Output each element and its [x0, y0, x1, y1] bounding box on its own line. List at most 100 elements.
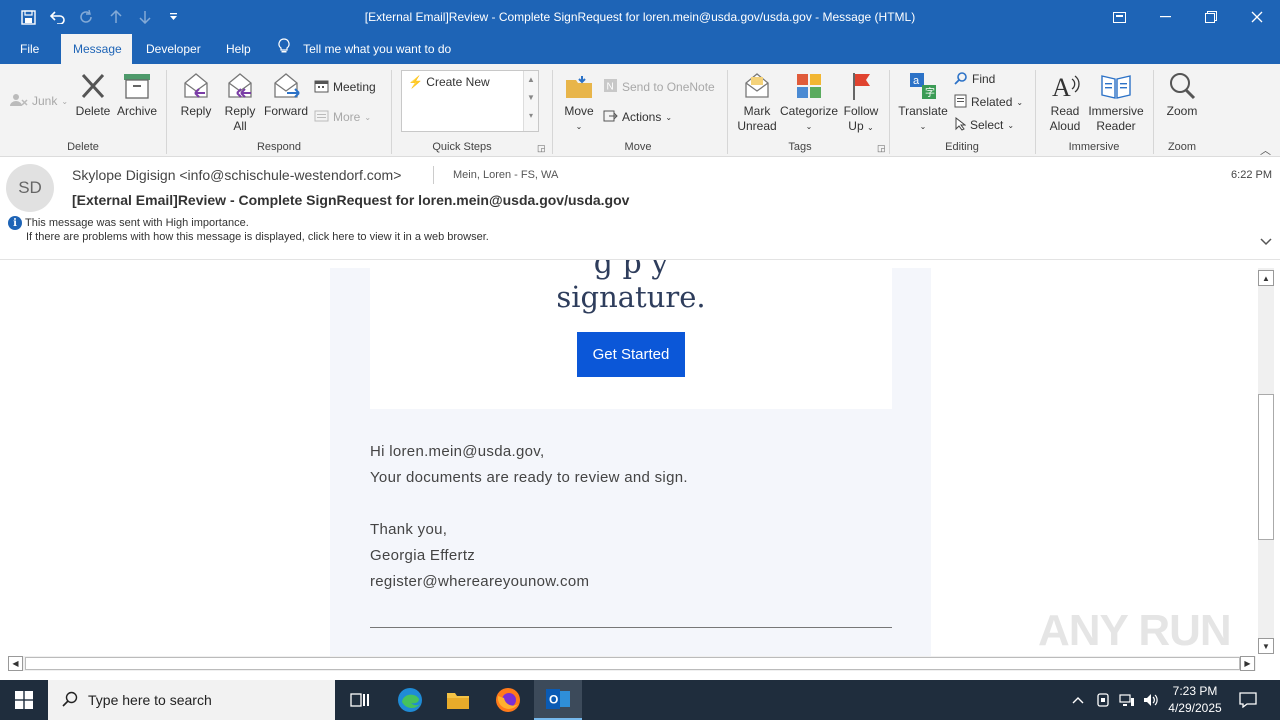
send-to-onenote-button[interactable]: N Send to OneNote: [603, 78, 715, 96]
tell-me-search[interactable]: Tell me what you want to do: [278, 34, 451, 64]
follow-up-button[interactable]: Follow Up ⌄: [840, 70, 882, 135]
hero-heading-partial: g p y: [593, 260, 669, 281]
message-body[interactable]: g p y signature. Get Started Hi loren.me…: [0, 260, 1258, 656]
body-line: Your documents are ready to review and s…: [370, 469, 688, 486]
email-content: g p y signature. Get Started Hi loren.me…: [330, 260, 931, 656]
close-icon[interactable]: [1234, 0, 1280, 34]
chevron-down-icon[interactable]: [1260, 233, 1272, 249]
clock-date: 4/29/2025: [1168, 701, 1222, 715]
group-label-respond: Respond: [256, 141, 302, 153]
sender[interactable]: Skylope Digisign <info@schischule-westen…: [72, 167, 401, 183]
taskbar-search-box[interactable]: Type here to search: [48, 680, 335, 720]
categorize-icon: [793, 70, 825, 102]
view-in-browser-notice[interactable]: If there are problems with how this mess…: [26, 231, 489, 243]
select-button[interactable]: Select ⌄: [954, 116, 1014, 134]
device-icon[interactable]: [1093, 680, 1113, 720]
header-divider: [433, 166, 434, 184]
notification-center-icon[interactable]: [1236, 680, 1260, 720]
reply-all-button[interactable]: Reply All: [220, 70, 260, 134]
more-button[interactable]: More ⌄: [314, 108, 371, 126]
network-icon[interactable]: [1117, 680, 1137, 720]
reply-icon: [180, 70, 212, 102]
get-started-button[interactable]: Get Started: [577, 332, 685, 377]
svg-text:O: O: [549, 693, 558, 707]
restore-icon[interactable]: [1188, 0, 1234, 34]
reply-all-icon: [224, 70, 256, 102]
scroll-right-icon[interactable]: ▶: [1240, 656, 1255, 671]
find-button[interactable]: Find: [954, 70, 995, 88]
tab-message[interactable]: Message: [61, 34, 132, 64]
dialog-launcher-icon[interactable]: ◲: [877, 143, 886, 154]
tab-developer[interactable]: Developer: [134, 34, 213, 64]
message-subject: [External Email]Review - Complete SignRe…: [72, 192, 630, 208]
file-explorer-icon[interactable]: [434, 680, 482, 720]
group-divider: [166, 70, 167, 154]
group-divider: [1153, 70, 1154, 154]
immersive-reader-button[interactable]: Immersive Reader: [1086, 70, 1146, 134]
quick-steps-gallery[interactable]: ⚡ Create New ▲ ▼ ▾: [401, 70, 539, 132]
tab-help[interactable]: Help: [214, 34, 263, 64]
edge-icon[interactable]: [386, 680, 434, 720]
ribbon-display-options-icon[interactable]: [1096, 0, 1142, 34]
avatar: SD: [6, 164, 54, 212]
magnifier-icon: [1166, 70, 1198, 102]
group-divider: [889, 70, 890, 154]
categorize-button[interactable]: Categorize ⌄: [780, 70, 838, 134]
onenote-icon: N: [603, 78, 618, 96]
archive-button[interactable]: Archive: [114, 70, 160, 119]
quick-step-create-new[interactable]: ⚡ Create New: [408, 75, 490, 89]
scroll-up-icon[interactable]: ▲: [524, 71, 538, 89]
firefox-icon[interactable]: [484, 680, 532, 720]
move-folder-icon: [563, 70, 595, 102]
horizontal-scrollbar[interactable]: ◀ ▶: [8, 656, 1256, 671]
scroll-thumb[interactable]: [25, 657, 1240, 670]
lightning-icon: ⚡: [408, 75, 423, 89]
vertical-scrollbar[interactable]: ▲ ▼: [1258, 268, 1274, 654]
forward-button[interactable]: Forward: [262, 70, 310, 119]
volume-icon[interactable]: [1141, 680, 1161, 720]
translate-button[interactable]: a字 Translate ⌄: [896, 70, 950, 134]
watermark: ANY RUN: [1038, 606, 1232, 655]
junk-button[interactable]: Junk ⌄: [10, 92, 68, 110]
outlook-icon[interactable]: O: [534, 680, 582, 720]
info-icon: i: [8, 216, 22, 230]
tab-file[interactable]: File: [8, 34, 51, 64]
scroll-left-icon[interactable]: ◀: [8, 656, 23, 671]
scroll-up-icon[interactable]: ▲: [1258, 270, 1274, 286]
related-button[interactable]: Related ⌄: [954, 93, 1023, 111]
minimize-icon[interactable]: [1142, 0, 1188, 34]
scroll-thumb[interactable]: [1258, 394, 1274, 540]
read-aloud-button[interactable]: A Read Aloud: [1044, 70, 1086, 134]
search-placeholder: Type here to search: [88, 692, 212, 708]
actions-button[interactable]: Actions ⌄: [603, 108, 672, 126]
sender-email[interactable]: register@whereareyounow.com: [370, 573, 589, 590]
received-time: 6:22 PM: [1231, 169, 1272, 181]
reply-button[interactable]: Reply: [176, 70, 216, 119]
task-view-icon[interactable]: [336, 680, 384, 720]
recipient[interactable]: Mein, Loren - FS, WA: [453, 169, 558, 181]
mark-unread-icon: [741, 70, 773, 102]
scroll-down-icon[interactable]: ▼: [524, 89, 538, 107]
group-label-immersive: Immersive: [1068, 141, 1120, 153]
message-header: SD Skylope Digisign <info@schischule-wes…: [0, 157, 1280, 260]
group-label-tags: Tags: [788, 141, 812, 153]
scroll-down-icon[interactable]: ▼: [1258, 638, 1274, 654]
collapse-ribbon-icon[interactable]: ︿: [1260, 142, 1271, 158]
zoom-button[interactable]: Zoom: [1160, 70, 1204, 119]
meeting-button[interactable]: Meeting: [314, 78, 376, 96]
show-hidden-icons-icon[interactable]: [1068, 680, 1088, 720]
svg-text:a: a: [913, 75, 920, 87]
svg-text:字: 字: [925, 86, 935, 99]
expand-icon[interactable]: ▾: [524, 107, 538, 125]
dialog-launcher-icon[interactable]: ◲: [537, 143, 546, 154]
group-divider: [552, 70, 553, 154]
mark-unread-button[interactable]: Mark Unread: [734, 70, 780, 134]
move-button[interactable]: Move ⌄: [558, 70, 600, 134]
hero-heading: signature.: [556, 280, 706, 314]
quick-steps-scroll[interactable]: ▲ ▼ ▾: [523, 71, 538, 131]
delete-button[interactable]: Delete: [74, 70, 112, 119]
system-clock[interactable]: 7:23 PM 4/29/2025: [1160, 683, 1230, 717]
windows-start-icon[interactable]: [0, 680, 48, 720]
sender-name: Georgia Effertz: [370, 547, 476, 564]
closing-line: Thank you,: [370, 521, 448, 538]
